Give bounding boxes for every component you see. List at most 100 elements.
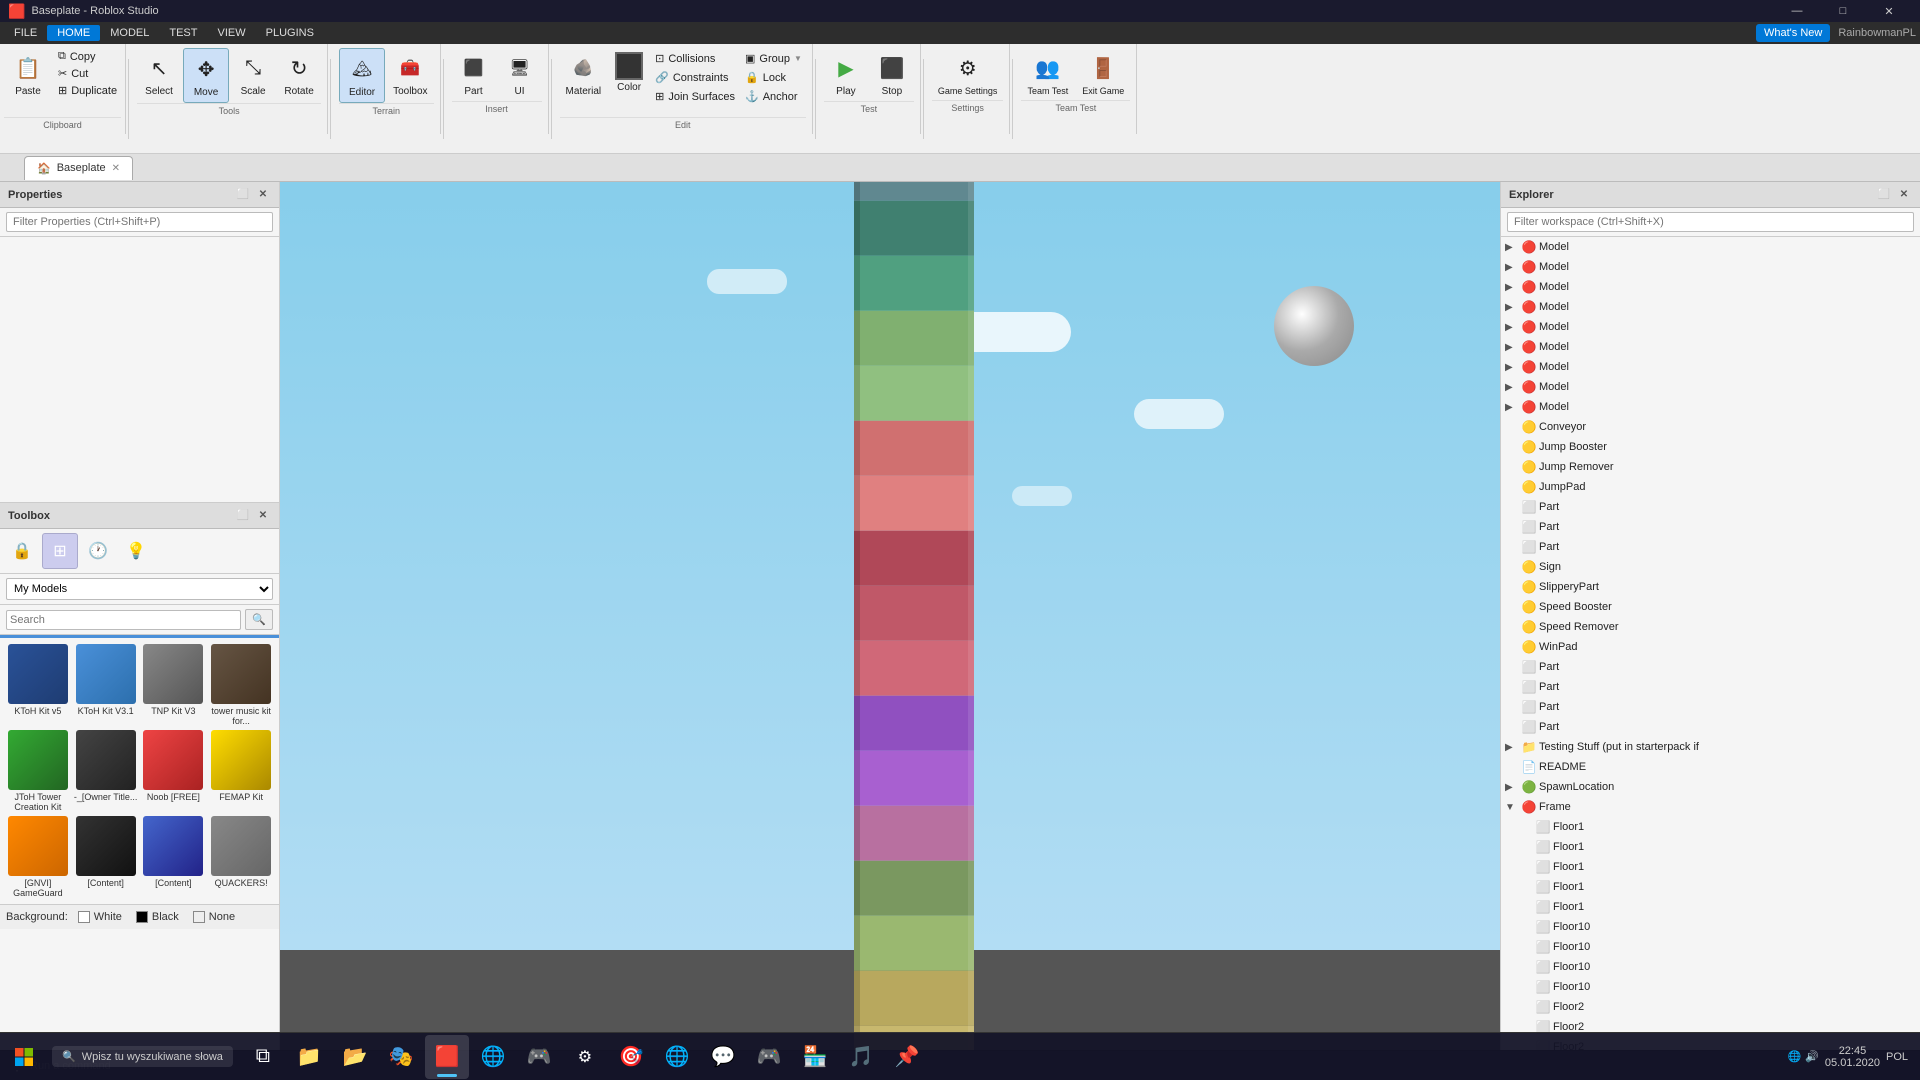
- tree-item[interactable]: ⬜ Floor1: [1501, 857, 1920, 877]
- toolbox-item[interactable]: [GNVI] GameGuard: [6, 816, 70, 898]
- tab-baseplate-close[interactable]: ✕: [112, 163, 120, 174]
- taskbar-roblox[interactable]: 🟥: [425, 1035, 469, 1079]
- tree-item[interactable]: ▶ 🔴 Model: [1501, 377, 1920, 397]
- tree-expand-icon[interactable]: ▶: [1505, 782, 1519, 793]
- tree-item[interactable]: ⬜ Floor1: [1501, 817, 1920, 837]
- ui-button[interactable]: 🖥 UI: [498, 48, 542, 101]
- tree-item[interactable]: ▶ 🔴 Model: [1501, 317, 1920, 337]
- bg-none-button[interactable]: None: [189, 909, 239, 925]
- tree-item[interactable]: 🟡 Speed Remover: [1501, 617, 1920, 637]
- taskbar-app3[interactable]: 🎭: [379, 1035, 423, 1079]
- lock-button[interactable]: 🔒 Lock: [741, 69, 806, 86]
- taskbar-steam[interactable]: ⚙: [563, 1035, 607, 1079]
- cut-button[interactable]: ✂ Cut: [54, 65, 121, 82]
- toolbox-lock-icon-btn[interactable]: 🔒: [4, 533, 40, 569]
- tree-item[interactable]: ⬜ Floor1: [1501, 837, 1920, 857]
- tree-item[interactable]: ▶ 🟢 SpawnLocation: [1501, 777, 1920, 797]
- material-button[interactable]: 🪨 Material: [560, 48, 608, 101]
- tree-item[interactable]: ⬜ Part: [1501, 697, 1920, 717]
- taskbar-task-view[interactable]: ⧉: [241, 1035, 285, 1079]
- exit-game-button[interactable]: 🚪 Exit Game: [1076, 48, 1130, 100]
- taskbar-store[interactable]: 🏪: [793, 1035, 837, 1079]
- tree-item[interactable]: ▶ 🔴 Model: [1501, 397, 1920, 417]
- play-button[interactable]: ▶ Play: [824, 48, 868, 101]
- toolbox-item[interactable]: [Content]: [74, 816, 138, 898]
- toolbox-item[interactable]: KToH Kit V3.1: [74, 644, 138, 726]
- color-button[interactable]: Color: [609, 48, 649, 97]
- move-button[interactable]: ✥ Move: [183, 48, 229, 103]
- tree-item[interactable]: 📄 README: [1501, 757, 1920, 777]
- tab-baseplate[interactable]: 🏠 Baseplate ✕: [24, 156, 133, 180]
- tree-item[interactable]: ⬜ Floor1: [1501, 877, 1920, 897]
- toolbox-item[interactable]: QUACKERS!: [209, 816, 273, 898]
- tree-item[interactable]: 🟡 Conveyor: [1501, 417, 1920, 437]
- toolbox-item[interactable]: -_[Owner Title...: [74, 730, 138, 812]
- tree-item[interactable]: ▶ 🔴 Model: [1501, 357, 1920, 377]
- tree-expand-icon[interactable]: ▶: [1505, 322, 1519, 333]
- tree-item[interactable]: ⬜ Part: [1501, 657, 1920, 677]
- toolbox-item[interactable]: TNP Kit V3: [142, 644, 206, 726]
- game-settings-button[interactable]: ⚙ Game Settings: [932, 48, 1004, 100]
- viewport[interactable]: [280, 182, 1500, 1050]
- tree-expand-icon[interactable]: ▶: [1505, 282, 1519, 293]
- toolbox-bulb-icon-btn[interactable]: 💡: [118, 533, 154, 569]
- tree-item[interactable]: 🟡 JumpPad: [1501, 477, 1920, 497]
- toolbox-item[interactable]: Noob [FREE]: [142, 730, 206, 812]
- taskbar-volume-icon[interactable]: 🔊: [1805, 1050, 1819, 1063]
- select-button[interactable]: ↖ Select: [137, 48, 181, 103]
- toolbox-grid-icon-btn[interactable]: ⊞: [42, 533, 78, 569]
- toolbox-search-input[interactable]: [6, 610, 241, 630]
- tree-expand-icon[interactable]: ▼: [1505, 802, 1519, 813]
- start-button[interactable]: [0, 1033, 48, 1080]
- taskbar-explorer[interactable]: 📁: [287, 1035, 331, 1079]
- menu-file[interactable]: FILE: [4, 25, 47, 41]
- toolbox-collapse-button[interactable]: ⬜: [235, 508, 251, 524]
- duplicate-button[interactable]: ⊞ Duplicate: [54, 82, 121, 99]
- explorer-search-input[interactable]: [1507, 212, 1914, 232]
- bg-white-button[interactable]: White: [74, 909, 126, 925]
- close-button[interactable]: ✕: [1866, 0, 1912, 22]
- minimize-button[interactable]: —: [1774, 0, 1820, 22]
- menu-home[interactable]: HOME: [47, 25, 100, 41]
- taskbar-browser[interactable]: 🌐: [471, 1035, 515, 1079]
- menu-view[interactable]: VIEW: [207, 25, 255, 41]
- join-surfaces-button[interactable]: ⊞ Join Surfaces: [651, 88, 739, 105]
- tree-expand-icon[interactable]: ▶: [1505, 302, 1519, 313]
- collisions-button[interactable]: ⊡ Collisions: [651, 50, 739, 67]
- taskbar-xbox[interactable]: 🎮: [747, 1035, 791, 1079]
- menu-plugins[interactable]: PLUGINS: [256, 25, 324, 41]
- tree-expand-icon[interactable]: ▶: [1505, 402, 1519, 413]
- rotate-button[interactable]: ↻ Rotate: [277, 48, 321, 103]
- maximize-button[interactable]: □: [1820, 0, 1866, 22]
- explorer-close-button[interactable]: ✕: [1896, 187, 1912, 203]
- taskbar-network-icon[interactable]: 🌐: [1788, 1050, 1802, 1063]
- tree-item[interactable]: 🟡 Jump Remover: [1501, 457, 1920, 477]
- tree-expand-icon[interactable]: ▶: [1505, 242, 1519, 253]
- team-test-button[interactable]: 👥 Team Test: [1021, 48, 1074, 100]
- bg-black-button[interactable]: Black: [132, 909, 183, 925]
- menu-test[interactable]: TEST: [159, 25, 207, 41]
- stop-button[interactable]: ⬛ Stop: [870, 48, 914, 101]
- paste-button[interactable]: 📋 Paste: [4, 48, 52, 115]
- tree-expand-icon[interactable]: ▶: [1505, 742, 1519, 753]
- toolbox-item[interactable]: [Content]: [142, 816, 206, 898]
- tree-item[interactable]: ▼ 🔴 Frame: [1501, 797, 1920, 817]
- tree-expand-icon[interactable]: ▶: [1505, 362, 1519, 373]
- tree-item[interactable]: 🟡 Speed Booster: [1501, 597, 1920, 617]
- tree-expand-icon[interactable]: ▶: [1505, 262, 1519, 273]
- tree-item[interactable]: ▶ 📁 Testing Stuff (put in starterpack if: [1501, 737, 1920, 757]
- tree-item[interactable]: 🟡 WinPad: [1501, 637, 1920, 657]
- toolbox-item[interactable]: FEMAP Kit: [209, 730, 273, 812]
- tree-item[interactable]: ⬜ Part: [1501, 497, 1920, 517]
- properties-collapse-button[interactable]: ⬜: [235, 187, 251, 203]
- tree-item[interactable]: 🟡 SlipperyPart: [1501, 577, 1920, 597]
- tree-item[interactable]: ⬜ Floor10: [1501, 957, 1920, 977]
- toolbox-clock-icon-btn[interactable]: 🕐: [80, 533, 116, 569]
- taskbar-clock[interactable]: 22:45 05.01.2020: [1825, 1045, 1880, 1069]
- tree-item[interactable]: ▶ 🔴 Model: [1501, 297, 1920, 317]
- tree-item[interactable]: ⬜ Part: [1501, 517, 1920, 537]
- toolbox-category-select[interactable]: My Models: [6, 578, 273, 600]
- taskbar-epic[interactable]: 🎯: [609, 1035, 653, 1079]
- toolbox-search-button[interactable]: 🔍: [245, 609, 273, 630]
- tree-item[interactable]: 🟡 Sign: [1501, 557, 1920, 577]
